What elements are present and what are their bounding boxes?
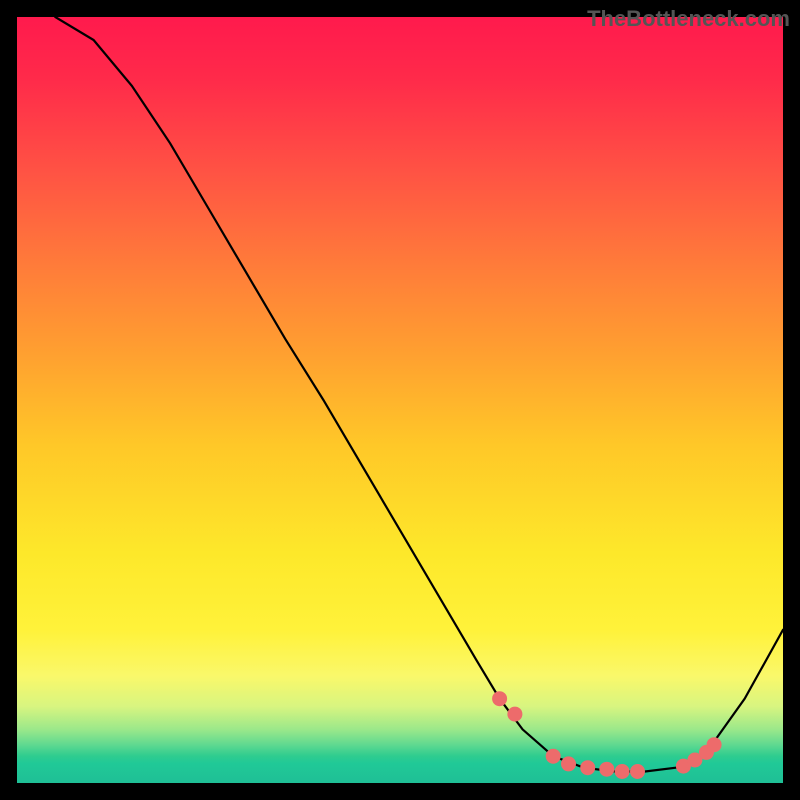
highlight-markers [492, 691, 721, 779]
marker-dot [599, 762, 614, 777]
marker-dot [630, 764, 645, 779]
marker-dot [707, 737, 722, 752]
marker-dot [561, 756, 576, 771]
marker-dot [546, 749, 561, 764]
bottleneck-curve [55, 17, 783, 772]
marker-dot [492, 691, 507, 706]
marker-dot [580, 760, 595, 775]
watermark-text: TheBottleneck.com [587, 6, 790, 32]
chart-svg [17, 17, 783, 783]
marker-dot [615, 764, 630, 779]
plot-area [17, 17, 783, 783]
marker-dot [507, 707, 522, 722]
